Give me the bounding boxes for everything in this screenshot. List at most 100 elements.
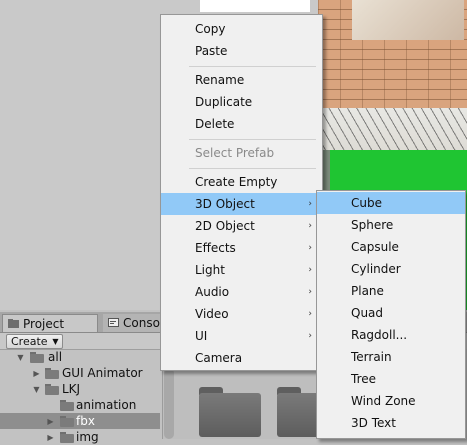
tree-label: img (76, 430, 99, 444)
menu-item-label: Audio (195, 285, 230, 299)
menu-item-label: Select Prefab (195, 146, 275, 160)
menu-item-paste[interactable]: Paste (161, 40, 322, 62)
submenu-arrow-icon: › (308, 243, 312, 253)
menu-separator (189, 139, 316, 140)
menu-item-rename[interactable]: Rename (161, 69, 322, 91)
collapsed-arrow-icon[interactable]: ▶ (32, 369, 41, 378)
tab-console-label: Conso (123, 316, 160, 330)
menu-item-light[interactable]: Light › (161, 259, 322, 281)
tree-row-img[interactable]: ▶ img (0, 429, 160, 445)
menu-item-label: 3D Object (195, 197, 255, 211)
project-icon (8, 319, 19, 328)
submenu-item-ragdoll[interactable]: Ragdoll... (317, 324, 465, 346)
project-toolbar: Create ▼ (0, 333, 160, 350)
submenu-arrow-icon: › (308, 331, 312, 341)
dropdown-arrow-icon: ▼ (52, 337, 59, 346)
menu-item-label: Effects (195, 241, 236, 255)
menu-item-label: 3D Text (351, 416, 396, 430)
menu-item-label: Delete (195, 117, 235, 131)
submenu-item-cylinder[interactable]: Cylinder (317, 258, 465, 280)
menu-item-label: Light (195, 263, 225, 277)
submenu-item-plane[interactable]: Plane (317, 280, 465, 302)
submenu-item-capsule[interactable]: Capsule (317, 236, 465, 258)
folder-icon (45, 368, 59, 379)
menu-item-ui[interactable]: UI › (161, 325, 322, 347)
submenu-item-quad[interactable]: Quad (317, 302, 465, 324)
menu-item-effects[interactable]: Effects › (161, 237, 322, 259)
tree-row-gui-animator[interactable]: ▶ GUI Animator (0, 365, 160, 381)
folder-icon (45, 384, 59, 395)
folder-icon (60, 432, 74, 443)
submenu-3d-object: Cube Sphere Capsule Cylinder Plane Quad … (316, 190, 466, 439)
collapsed-arrow-icon[interactable]: ▶ (46, 417, 55, 426)
tree-label: GUI Animator (62, 366, 143, 380)
menu-item-camera[interactable]: Camera (161, 347, 322, 369)
expanded-arrow-icon[interactable]: ▼ (32, 385, 41, 394)
submenu-arrow-icon: › (308, 265, 312, 275)
menu-item-label: Cube (351, 196, 382, 210)
folder-icon (30, 352, 44, 363)
menu-item-label: Sphere (351, 218, 394, 232)
menu-item-label: 2D Object (195, 219, 255, 233)
tree-row-animation[interactable]: animation (0, 397, 160, 413)
menu-item-label: Quad (351, 306, 384, 320)
folder-icon (60, 400, 74, 411)
tree-row-all[interactable]: ▼ all (0, 349, 160, 365)
building-window (352, 0, 464, 40)
create-dropdown-button[interactable]: Create ▼ (6, 334, 63, 349)
submenu-arrow-icon: › (308, 287, 312, 297)
context-menu: Copy Paste Rename Duplicate Delete Selec… (160, 14, 323, 371)
menu-item-audio[interactable]: Audio › (161, 281, 322, 303)
menu-item-label: Video (195, 307, 229, 321)
submenu-item-cube[interactable]: Cube (317, 192, 465, 214)
menu-item-label: Copy (195, 22, 226, 36)
scrollbar-thumb[interactable] (164, 368, 174, 439)
submenu-arrow-icon: › (308, 221, 312, 231)
menu-item-select-prefab: Select Prefab (161, 142, 322, 164)
tab-project[interactable]: Project (2, 314, 98, 332)
menu-item-label: Ragdoll... (351, 328, 408, 342)
menu-item-label: Plane (351, 284, 384, 298)
menu-item-delete[interactable]: Delete (161, 113, 322, 135)
tab-project-label: Project (23, 317, 65, 331)
scene-object-white (200, 0, 310, 12)
menu-item-label: Capsule (351, 240, 399, 254)
collapsed-arrow-icon[interactable]: ▶ (46, 433, 55, 442)
submenu-arrow-icon: › (308, 199, 312, 209)
folder-icon[interactable] (199, 387, 261, 437)
folder-icon (60, 416, 74, 427)
expanded-arrow-icon[interactable]: ▼ (16, 353, 25, 362)
tab-console[interactable]: Conso (103, 314, 163, 332)
tree-label: fbx (76, 414, 95, 428)
menu-item-duplicate[interactable]: Duplicate (161, 91, 322, 113)
submenu-item-sphere[interactable]: Sphere (317, 214, 465, 236)
submenu-item-3d-text[interactable]: 3D Text (317, 412, 465, 434)
menu-separator (189, 66, 316, 67)
menu-item-label: Rename (195, 73, 245, 87)
menu-item-label: Create Empty (195, 175, 278, 189)
menu-item-label: Wind Zone (351, 394, 416, 408)
tree-row-fbx[interactable]: ▶ fbx (0, 413, 160, 429)
menu-separator (189, 168, 316, 169)
folder-tree: ▼ all ▶ GUI Animator ▼ LKJ animation ▶ f… (0, 349, 160, 444)
menu-item-label: Paste (195, 44, 228, 58)
menu-item-2d-object[interactable]: 2D Object › (161, 215, 322, 237)
console-icon (108, 318, 119, 327)
tree-row-lkj[interactable]: ▼ LKJ (0, 381, 160, 397)
menu-item-create-empty[interactable]: Create Empty (161, 171, 322, 193)
tree-label: all (48, 350, 63, 364)
menu-item-copy[interactable]: Copy (161, 18, 322, 40)
tree-label: LKJ (62, 382, 81, 396)
menu-item-label: Cylinder (351, 262, 401, 276)
create-label: Create (11, 335, 48, 348)
menu-item-label: Camera (195, 351, 243, 365)
menu-item-3d-object[interactable]: 3D Object › (161, 193, 322, 215)
menu-item-video[interactable]: Video › (161, 303, 322, 325)
submenu-item-terrain[interactable]: Terrain (317, 346, 465, 368)
menu-item-label: Tree (351, 372, 377, 386)
submenu-item-tree[interactable]: Tree (317, 368, 465, 390)
menu-item-label: Duplicate (195, 95, 253, 109)
submenu-arrow-icon: › (308, 309, 312, 319)
submenu-item-wind-zone[interactable]: Wind Zone (317, 390, 465, 412)
tree-label: animation (76, 398, 137, 412)
